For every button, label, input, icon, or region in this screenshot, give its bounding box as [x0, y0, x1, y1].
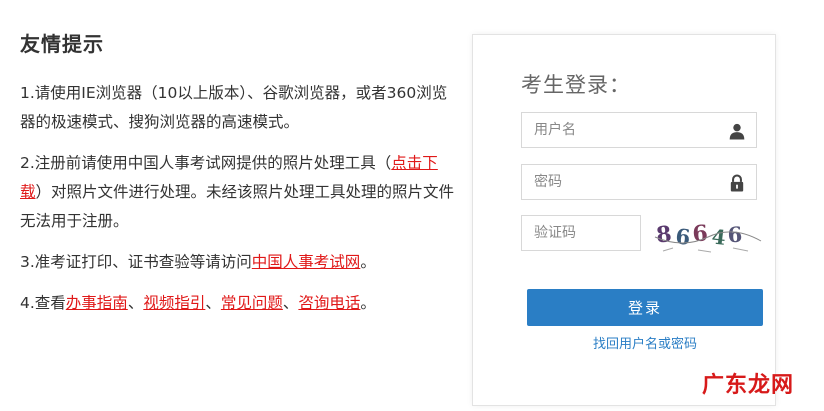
captcha-field: [521, 215, 642, 251]
login-panel: 考生登录： 8 6 6 4 6 登录 找回用户名或密码: [472, 34, 776, 406]
tip-help-links: 4.查看办事指南、视频指引、常见问题、咨询电话。: [20, 289, 460, 318]
tip-photo-tool-prefix: 2.注册前请使用中国人事考试网提供的照片处理工具（: [20, 154, 392, 172]
watermark: 广东龙网: [701, 373, 794, 398]
tip-photo-tool: 2.注册前请使用中国人事考试网提供的照片处理工具（点击下载）对照片文件进行处理。…: [20, 149, 460, 236]
captcha-char: 6: [727, 222, 743, 248]
separator: 、: [127, 294, 144, 312]
tip-browser: 1.请使用IE浏览器（10以上版本）、谷歌浏览器，或者360浏览器的极速模式、搜…: [20, 84, 448, 131]
captcha-char: 6: [675, 224, 692, 250]
lock-icon: [730, 174, 744, 192]
cpta-link[interactable]: 中国人事考试网: [252, 253, 361, 271]
phone-link[interactable]: 咨询电话: [298, 294, 360, 312]
tip-admission: 3.准考证打印、证书查验等请访问中国人事考试网。: [20, 248, 460, 277]
captcha-image[interactable]: 8 6 6 4 6: [653, 215, 763, 255]
username-field: [521, 112, 757, 148]
tip-help-suffix: 。: [360, 294, 376, 312]
tips-title: 友情提示: [20, 32, 104, 56]
forgot-link[interactable]: 找回用户名或密码: [527, 333, 763, 352]
user-icon: [729, 123, 745, 140]
password-field: [521, 164, 757, 200]
captcha-input[interactable]: [522, 216, 642, 250]
faq-link[interactable]: 常见问题: [221, 294, 283, 312]
video-guide-link[interactable]: 视频指引: [143, 294, 205, 312]
captcha-char: 6: [692, 220, 709, 247]
guide-link[interactable]: 办事指南: [66, 294, 128, 312]
captcha-char: 8: [655, 221, 673, 248]
separator: 、: [282, 294, 299, 312]
separator: 、: [205, 294, 221, 312]
tip-admission-suffix: 。: [360, 253, 376, 271]
login-button[interactable]: 登录: [527, 289, 763, 326]
tip-help-prefix: 4.查看: [20, 294, 66, 312]
login-title: 考生登录：: [521, 73, 631, 97]
username-input[interactable]: [522, 113, 726, 147]
captcha-char: 4: [710, 224, 727, 250]
tip-admission-prefix: 3.准考证打印、证书查验等请访问: [20, 253, 252, 271]
tip-photo-tool-suffix: ）对照片文件进行处理。未经该照片处理工具处理的照片文件无法用于注册。: [20, 183, 455, 230]
password-input[interactable]: [522, 165, 726, 199]
tips-section: 友情提示 1.请使用IE浏览器（10以上版本）、谷歌浏览器，或者360浏览器的极…: [20, 28, 460, 330]
